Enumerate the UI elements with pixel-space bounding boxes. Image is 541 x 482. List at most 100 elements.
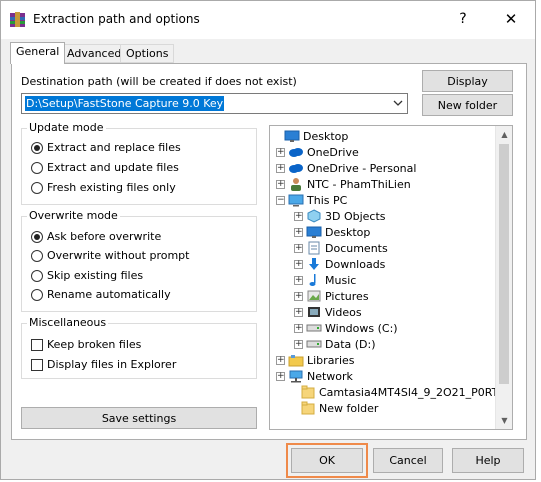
tree-item[interactable]: Network: [276, 368, 353, 384]
radio-button[interactable]: [31, 161, 43, 174]
radio-label: Extract and update files: [47, 161, 179, 174]
expand-icon[interactable]: [294, 275, 303, 285]
tree-item[interactable]: Windows (C:): [294, 320, 398, 336]
radio-ask-before-overwrite[interactable]: Ask before overwrite: [31, 230, 161, 243]
user-icon: [288, 177, 304, 191]
radio-label: Overwrite without prompt: [47, 249, 190, 262]
checkbox-keep-broken-files[interactable]: Keep broken files: [31, 338, 141, 351]
destination-path-value[interactable]: D:\Setup\FastStone Capture 9.0 Key: [25, 96, 225, 111]
checkbox[interactable]: [31, 358, 43, 371]
expand-icon[interactable]: [294, 339, 303, 349]
help-button[interactable]: Help: [452, 448, 524, 473]
checkbox[interactable]: [31, 338, 43, 351]
tree-item[interactable]: Music: [294, 272, 356, 288]
expand-icon[interactable]: [276, 163, 285, 173]
collapse-icon[interactable]: [276, 195, 285, 205]
tab-options[interactable]: Options: [120, 44, 175, 63]
radio-fresh-existing[interactable]: Fresh existing files only: [31, 181, 176, 194]
tree-item-label: Network: [307, 369, 353, 383]
tree-item[interactable]: Downloads: [294, 256, 385, 272]
chevron-down-icon[interactable]: [392, 97, 404, 109]
expand-icon[interactable]: [294, 323, 303, 333]
scroll-down-icon[interactable]: ▼: [496, 412, 512, 429]
tree-item[interactable]: Libraries: [276, 352, 355, 368]
folder-icon: [300, 401, 316, 415]
cancel-button[interactable]: Cancel: [373, 448, 443, 473]
tree-item[interactable]: Desktop: [294, 224, 370, 240]
display-button[interactable]: Display: [422, 70, 513, 92]
tree-item[interactable]: Data (D:): [294, 336, 376, 352]
winrar-icon: [10, 12, 25, 27]
tree-item-label: This PC: [307, 193, 348, 207]
tree-item[interactable]: OneDrive - Personal: [276, 160, 416, 176]
folder-tree[interactable]: Desktop OneDrive OneDrive - Personal NTC - …: [269, 125, 513, 430]
help-icon[interactable]: ?: [453, 9, 473, 29]
expand-icon[interactable]: [294, 243, 303, 253]
radio-extract-update[interactable]: Extract and update files: [31, 161, 179, 174]
radio-button[interactable]: [31, 181, 43, 194]
tree-item[interactable]: 3D Objects: [294, 208, 386, 224]
radio-overwrite-without-prompt[interactable]: Overwrite without prompt: [31, 249, 189, 262]
destination-path-label: Destination path (will be created if doe…: [21, 75, 297, 88]
scroll-up-icon[interactable]: ▲: [496, 126, 512, 143]
tree-item[interactable]: OneDrive: [276, 144, 359, 160]
radio-extract-replace[interactable]: Extract and replace files: [31, 141, 181, 154]
tree-item[interactable]: Desktop: [272, 128, 348, 144]
expand-icon[interactable]: [276, 179, 285, 189]
tab-general[interactable]: General: [10, 42, 66, 64]
drive-icon: [306, 321, 322, 335]
tree-item[interactable]: Documents: [294, 240, 388, 256]
music-icon: [306, 273, 322, 287]
desktop-icon: [306, 225, 322, 239]
radio-rename-automatically[interactable]: Rename automatically: [31, 288, 171, 301]
tree-item-label: Pictures: [325, 289, 369, 303]
network-icon: [288, 369, 304, 383]
expand-icon[interactable]: [276, 147, 285, 157]
radio-button[interactable]: [31, 141, 43, 154]
expand-icon[interactable]: [276, 371, 285, 381]
radio-skip-existing[interactable]: Skip existing files: [31, 269, 143, 282]
tree-item-label: Desktop: [325, 225, 371, 239]
close-icon[interactable]: ✕: [499, 9, 523, 29]
radio-button[interactable]: [31, 288, 43, 301]
tree-item[interactable]: This PC: [276, 192, 347, 208]
expand-icon[interactable]: [276, 355, 285, 365]
tree-item[interactable]: New folder: [288, 400, 378, 416]
expand-icon[interactable]: [294, 307, 303, 317]
overwrite-mode-title: Overwrite mode: [27, 209, 120, 222]
new-folder-button[interactable]: New folder: [422, 94, 513, 116]
radio-button[interactable]: [31, 230, 43, 243]
desktop-icon: [284, 129, 300, 143]
tree-item[interactable]: NTC - PhamThiLien: [276, 176, 411, 192]
save-settings-button[interactable]: Save settings: [21, 407, 257, 429]
pictures-icon: [306, 289, 322, 303]
destination-path-combo[interactable]: D:\Setup\FastStone Capture 9.0 Key: [21, 93, 408, 114]
expand-icon[interactable]: [294, 259, 303, 269]
scrollbar-thumb[interactable]: [499, 144, 509, 384]
tree-item[interactable]: Pictures: [294, 288, 369, 304]
tree-item[interactable]: Camtasia4MT4Sl4_9_2O21_P0RTABLE: [288, 384, 512, 400]
tab-advanced[interactable]: Advanced: [61, 44, 128, 63]
tree-item-label: 3D Objects: [325, 209, 386, 223]
computer-icon: [288, 193, 304, 207]
tree-scrollbar[interactable]: ▲ ▼: [495, 126, 512, 429]
radio-button[interactable]: [31, 249, 43, 262]
expand-icon[interactable]: [294, 291, 303, 301]
tree-item-label: Windows (C:): [325, 321, 398, 335]
expand-icon[interactable]: [294, 211, 303, 221]
tree-item-label: Desktop: [303, 129, 349, 143]
tree-item[interactable]: Videos: [294, 304, 362, 320]
expand-icon[interactable]: [294, 227, 303, 237]
tree-item-label: Data (D:): [325, 337, 376, 351]
radio-label: Ask before overwrite: [47, 230, 162, 243]
videos-icon: [306, 305, 322, 319]
3d-objects-icon: [306, 209, 322, 223]
title-bar: Extraction path and options ? ✕: [1, 1, 535, 39]
ok-button[interactable]: OK: [291, 448, 363, 473]
update-mode-title: Update mode: [27, 121, 106, 134]
radio-button[interactable]: [31, 269, 43, 282]
tree-item-label: Documents: [325, 241, 388, 255]
checkbox-display-in-explorer[interactable]: Display files in Explorer: [31, 358, 176, 371]
cloud-icon: [288, 161, 304, 175]
radio-label: Extract and replace files: [47, 141, 181, 154]
